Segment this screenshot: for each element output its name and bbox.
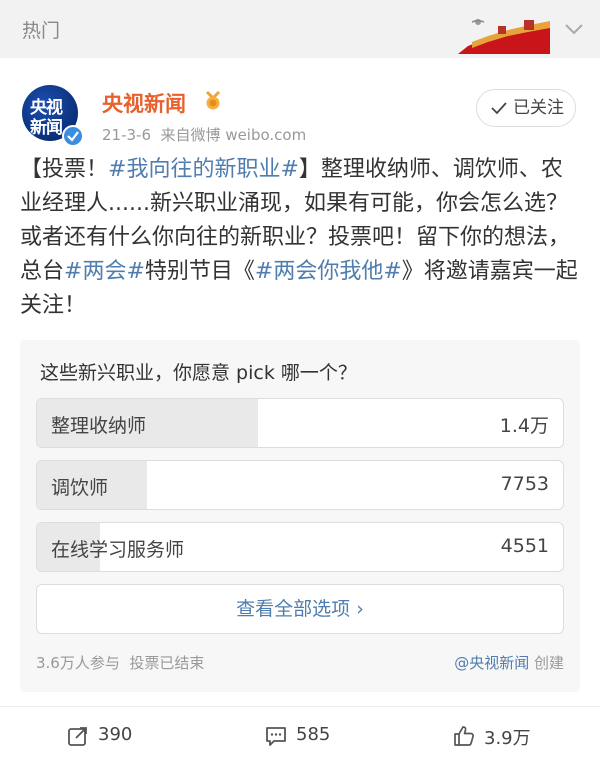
post-source: 来自微博 weibo.com (160, 126, 307, 144)
poll-creator: @央视新闻 创建 (454, 652, 564, 673)
poll-option[interactable]: 调饮师 7753 (36, 460, 564, 510)
poll-footer: 3.6万人参与 投票已结束 (36, 652, 204, 673)
text-segment: 【投票！ (20, 157, 109, 182)
like-icon (454, 726, 474, 746)
poll-option-label: 整理收纳师 (51, 415, 147, 437)
author-name[interactable]: 央视新闻 (102, 88, 186, 118)
poll-option-label: 在线学习服务师 (51, 539, 185, 561)
poll-creator-link[interactable]: @央视新闻 (454, 654, 529, 672)
poll-question: 这些新兴职业，你愿意 pick 哪一个？ (40, 362, 357, 384)
tab-hot[interactable]: 热门 (22, 16, 60, 43)
poll-option-label: 调饮师 (51, 477, 109, 499)
poll-option[interactable]: 在线学习服务师 4551 (36, 522, 564, 572)
chevron-down-icon[interactable] (564, 22, 584, 36)
poll-status: 投票已结束 (129, 654, 205, 672)
view-all-options-button[interactable]: 查看全部选项 › (36, 584, 564, 634)
hashtag-link[interactable]: #两会# (64, 259, 145, 284)
post-date: 21-3-6 (102, 126, 151, 144)
repost-icon (68, 727, 87, 746)
comment-icon (266, 727, 286, 746)
hashtag-link[interactable]: #我向往的新职业# (108, 157, 299, 182)
poll-created-label: 创建 (533, 654, 564, 672)
medal-icon (205, 91, 221, 110)
poll-option-count: 4551 (500, 535, 549, 557)
repost-count: 390 (98, 724, 133, 745)
post-text: 【投票！#我向往的新职业#】整理收纳师、调饮师、农业经理人......新兴职业涌… (20, 153, 580, 323)
hashtag-link[interactable]: #两会你我他# (255, 259, 402, 284)
avatar[interactable]: 央视 新闻 (22, 85, 84, 147)
top-bar: 热门 (0, 0, 600, 58)
verified-badge-icon (62, 125, 84, 147)
post-card: 央视 新闻 央视新闻 21-3-6 来自微博 weibo.com 已关注 【投票… (0, 58, 600, 706)
poll-participants: 3.6万人参与 (36, 654, 120, 672)
poll-option-count: 7753 (500, 473, 549, 495)
great-wall-banner-icon (458, 10, 554, 54)
comment-count: 585 (296, 724, 331, 745)
text-segment: 特别节目《 (144, 259, 255, 284)
post-meta: 21-3-6 来自微博 weibo.com (102, 124, 306, 145)
follow-label: 已关注 (513, 98, 564, 118)
poll-option-count: 1.4万 (499, 415, 549, 437)
check-icon (491, 102, 507, 115)
poll-option[interactable]: 整理收纳师 1.4万 (36, 398, 564, 448)
action-bar: 390 585 3.9万 (0, 706, 600, 766)
like-count: 3.9万 (484, 728, 531, 749)
poll-card: 这些新兴职业，你愿意 pick 哪一个？ 整理收纳师 1.4万 调饮师 7753… (20, 340, 580, 692)
avatar-text-2: 新闻 (30, 118, 63, 138)
follow-button[interactable]: 已关注 (476, 89, 576, 127)
